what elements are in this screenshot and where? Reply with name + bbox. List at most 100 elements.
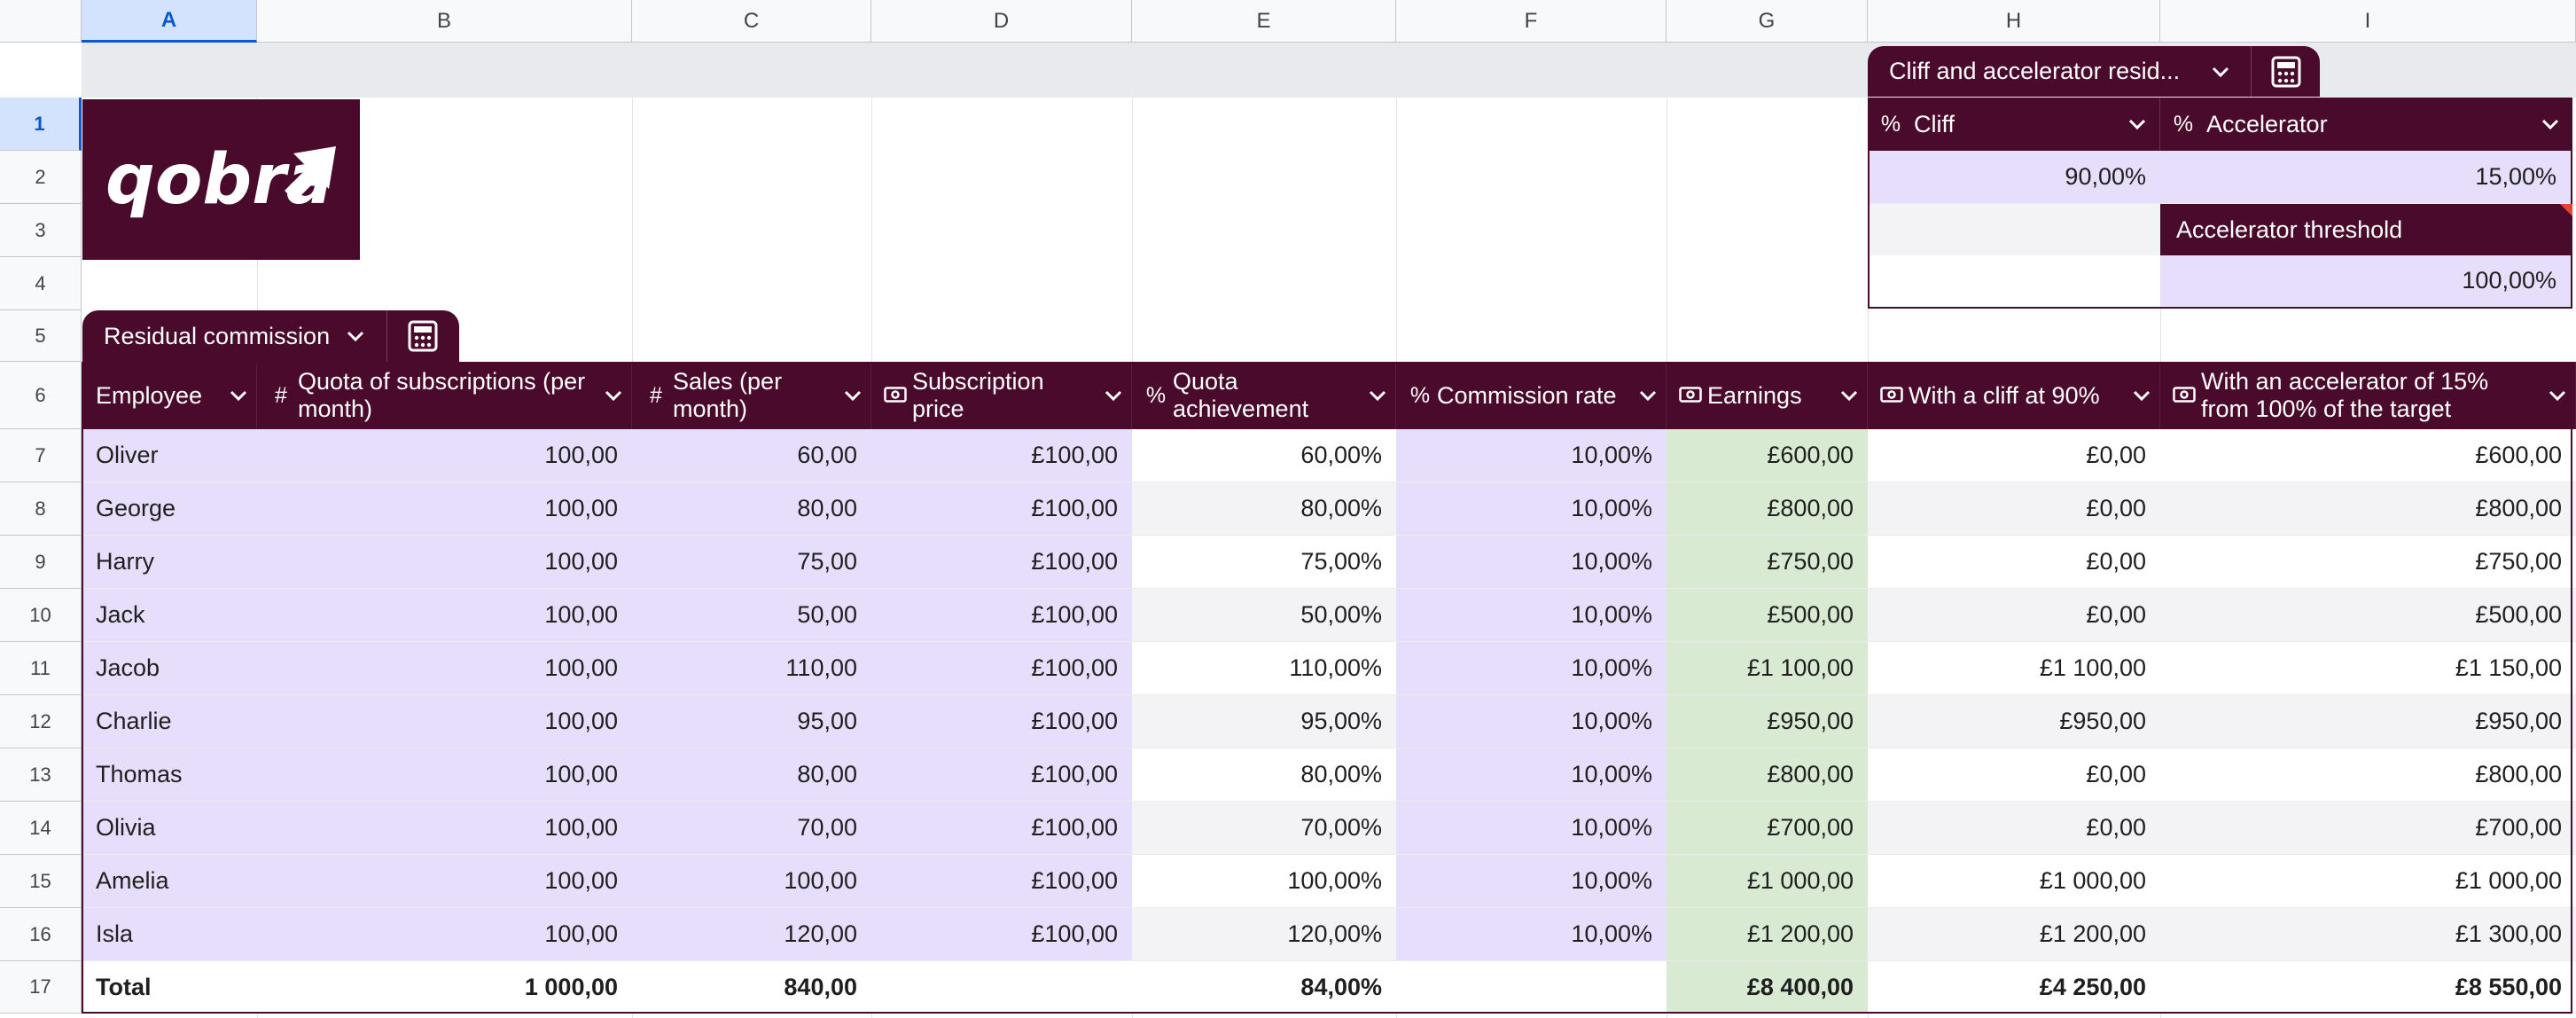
table-cell[interactable]: 95,00 — [632, 695, 871, 748]
table-cell[interactable]: 120,00% — [1132, 908, 1396, 961]
total-cell[interactable] — [1396, 961, 1667, 1014]
table-cell[interactable]: 80,00% — [1132, 748, 1396, 802]
table-cell[interactable]: £800,00 — [1667, 748, 1868, 802]
chevron-down-icon[interactable] — [2540, 389, 2575, 402]
column-header-i[interactable]: I — [2160, 0, 2576, 43]
column-header-b[interactable]: B — [257, 0, 632, 43]
table-cell[interactable]: £1 300,00 — [2160, 908, 2576, 961]
total-cell[interactable]: 840,00 — [632, 961, 871, 1014]
table-cell[interactable]: £500,00 — [2160, 589, 2576, 642]
row-header-8[interactable]: 8 — [0, 482, 82, 536]
total-cell[interactable]: 84,00% — [1132, 961, 1396, 1014]
table-cell[interactable]: 80,00% — [1132, 482, 1396, 536]
column-header-cell[interactable]: % Quota achievement — [1132, 362, 1396, 429]
table-cell[interactable]: 60,00 — [632, 429, 871, 482]
table-cell[interactable]: 100,00 — [257, 748, 632, 802]
table-cell[interactable]: 100,00% — [1132, 855, 1396, 908]
row-header-14[interactable]: 14 — [0, 802, 82, 855]
table-cell[interactable]: 100,00 — [257, 642, 632, 695]
chevron-down-icon[interactable] — [221, 389, 256, 402]
accelerator-header[interactable]: % Accelerator — [2160, 98, 2572, 151]
table-cell[interactable]: £100,00 — [871, 855, 1132, 908]
row-header-3[interactable]: 3 — [0, 204, 82, 257]
row-header-13[interactable]: 13 — [0, 748, 82, 802]
table-cell[interactable]: £0,00 — [1868, 429, 2160, 482]
table-cell[interactable]: 50,00% — [1132, 589, 1396, 642]
table-cell[interactable]: 10,00% — [1396, 748, 1667, 802]
row-header-6[interactable]: 6 — [0, 362, 82, 429]
table-cell[interactable]: 70,00 — [632, 802, 871, 855]
table-cell[interactable]: £800,00 — [2160, 748, 2576, 802]
total-cell[interactable] — [871, 961, 1132, 1014]
column-header-h[interactable]: H — [1868, 0, 2160, 43]
table-cell[interactable]: 75,00% — [1132, 536, 1396, 589]
chevron-down-icon[interactable] — [1831, 389, 1867, 402]
table-cell[interactable]: £100,00 — [871, 536, 1132, 589]
chevron-down-icon[interactable] — [2115, 118, 2159, 130]
column-header-cell[interactable]: Subscription price — [871, 362, 1132, 429]
total-cell[interactable]: 1 000,00 — [257, 961, 632, 1014]
table-cell[interactable]: £100,00 — [871, 748, 1132, 802]
row-header-4[interactable]: 4 — [0, 257, 82, 310]
table-cell[interactable]: £800,00 — [2160, 482, 2576, 536]
table-cell[interactable]: £100,00 — [871, 429, 1132, 482]
table-cell[interactable]: 100,00 — [257, 908, 632, 961]
select-all-corner[interactable] — [0, 0, 82, 43]
table-cell[interactable]: £100,00 — [871, 695, 1132, 748]
table-cell[interactable]: £1 000,00 — [2160, 855, 2576, 908]
chevron-down-icon[interactable] — [596, 389, 631, 402]
chevron-down-icon[interactable] — [342, 323, 369, 349]
table-cell[interactable]: 80,00 — [632, 748, 871, 802]
column-header-cell[interactable]: With a cliff at 90% — [1868, 362, 2160, 429]
column-header-d[interactable]: D — [871, 0, 1132, 43]
table-cell[interactable]: £0,00 — [1868, 482, 2160, 536]
row-header-15[interactable]: 15 — [0, 855, 82, 908]
table-cell[interactable]: 100,00 — [257, 695, 632, 748]
table-cell[interactable]: 10,00% — [1396, 802, 1667, 855]
total-label[interactable]: Total — [82, 961, 257, 1014]
employee-name-cell[interactable]: Harry — [82, 536, 257, 589]
column-header-cell[interactable]: # Quota of subscriptions (per month) — [257, 362, 632, 429]
table-cell[interactable]: 10,00% — [1396, 536, 1667, 589]
accelerator-value[interactable]: 15,00% — [2160, 151, 2571, 204]
table-cell[interactable]: £100,00 — [871, 908, 1132, 961]
row-header-7[interactable]: 7 — [0, 429, 82, 482]
employee-name-cell[interactable]: Olivia — [82, 802, 257, 855]
column-header-g[interactable]: G — [1667, 0, 1868, 43]
table-cell[interactable]: £950,00 — [2160, 695, 2576, 748]
table-cell[interactable]: £1 150,00 — [2160, 642, 2576, 695]
table-cell[interactable]: 10,00% — [1396, 429, 1667, 482]
table-cell[interactable]: 10,00% — [1396, 855, 1667, 908]
table-cell[interactable]: 75,00 — [632, 536, 871, 589]
table-cell[interactable]: 110,00% — [1132, 642, 1396, 695]
row-header-10[interactable]: 10 — [0, 589, 82, 642]
chevron-down-icon[interactable] — [835, 389, 870, 402]
table-cell[interactable]: £0,00 — [1868, 589, 2160, 642]
table-cell[interactable]: £0,00 — [1868, 536, 2160, 589]
row-header-17[interactable]: 17 — [0, 961, 82, 1014]
accelerator-threshold-header[interactable]: Accelerator threshold — [2160, 204, 2572, 255]
chevron-down-icon[interactable] — [2124, 389, 2159, 402]
table-cell[interactable]: £800,00 — [1667, 482, 1868, 536]
table-cell[interactable]: 10,00% — [1396, 695, 1667, 748]
chevron-down-icon[interactable] — [1630, 389, 1666, 402]
comment-marker[interactable] — [2560, 204, 2572, 216]
table-cell[interactable]: £600,00 — [2160, 429, 2576, 482]
total-cell[interactable]: £8 550,00 — [2160, 961, 2576, 1014]
column-header-cell[interactable]: Employee — [82, 362, 257, 429]
table-cell[interactable]: £600,00 — [1667, 429, 1868, 482]
table-cell[interactable]: £100,00 — [871, 589, 1132, 642]
column-header-f[interactable]: F — [1396, 0, 1667, 43]
chevron-down-icon[interactable] — [2207, 59, 2233, 85]
empty-cell[interactable] — [1870, 255, 2160, 307]
chevron-down-icon[interactable] — [2528, 118, 2572, 130]
table-cell[interactable]: 120,00 — [632, 908, 871, 961]
column-header-cell[interactable]: With an accelerator of 15% from 100% of … — [2160, 362, 2576, 429]
row-header-12[interactable]: 12 — [0, 695, 82, 748]
employee-name-cell[interactable]: Isla — [82, 908, 257, 961]
table-cell[interactable]: £1 100,00 — [1667, 642, 1868, 695]
table-cell[interactable]: £1 000,00 — [1868, 855, 2160, 908]
row-header-16[interactable]: 16 — [0, 908, 82, 961]
table-cell[interactable]: £500,00 — [1667, 589, 1868, 642]
employee-name-cell[interactable]: Jacob — [82, 642, 257, 695]
